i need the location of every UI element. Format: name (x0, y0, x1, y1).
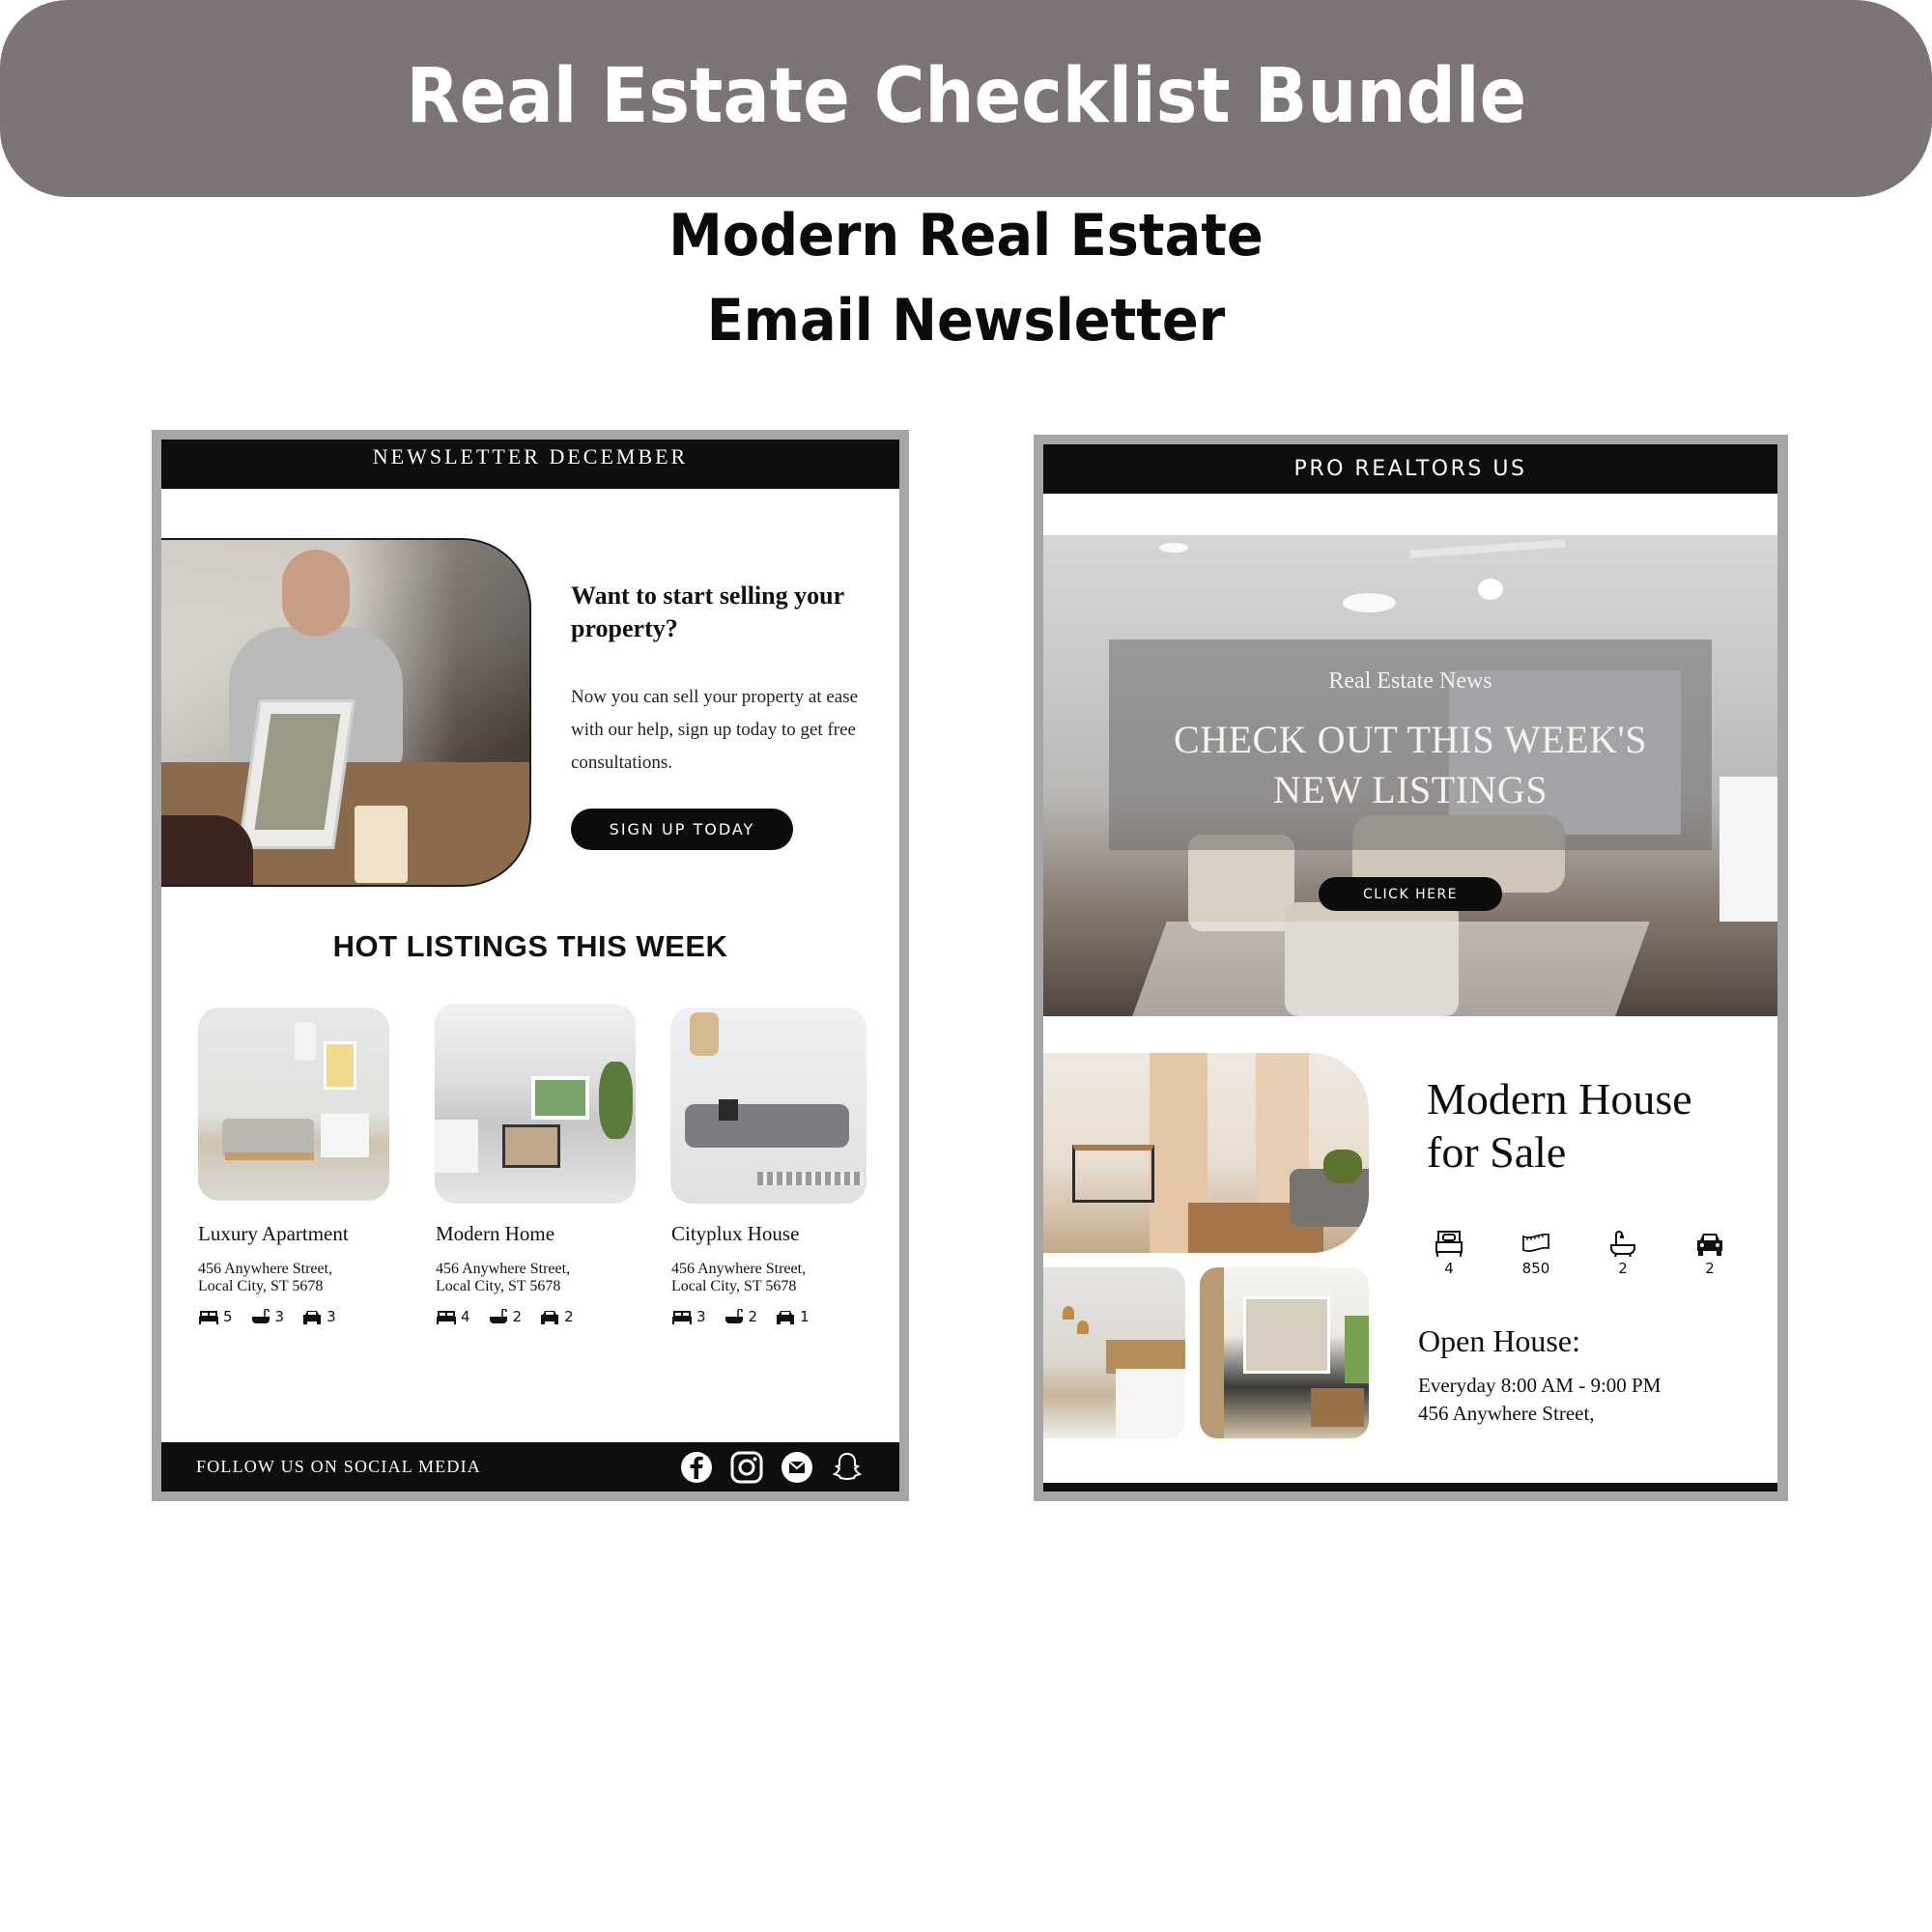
hero-headline: CHECK OUT THIS WEEK'S NEW LISTINGS (1109, 715, 1712, 815)
listing-image (435, 1004, 636, 1204)
property-title: Modern House for Sale (1427, 1072, 1755, 1179)
beds-count: 5 (223, 1308, 233, 1325)
hero-headline-line-1: CHECK OUT THIS WEEK'S (1174, 718, 1647, 761)
hero-headline-line-2: NEW LISTINGS (1272, 768, 1548, 811)
beds-feature: 5 (198, 1308, 233, 1325)
newsletter-header-title: NEWSLETTER DECEMBER (372, 444, 689, 469)
listing-address-line-2: Local City, ST 5678 (198, 1278, 324, 1294)
cars-count: 2 (1705, 1260, 1715, 1277)
property-title-line-1: Modern House (1427, 1074, 1692, 1123)
listing-name: Luxury Apartment (198, 1222, 349, 1245)
bed-icon (437, 1311, 456, 1324)
listing-address-line-1: 456 Anywhere Street, (671, 1261, 807, 1277)
beds-count: 4 (461, 1308, 470, 1325)
baths-feature: 3 (250, 1308, 285, 1325)
title-banner: Real Estate Checklist Bundle (0, 0, 1932, 197)
right-newsletter: PRO REALTORS US Real Estate News CHECK O… (1043, 444, 1777, 1492)
listing-address: 456 Anywhere Street, Local City, ST 5678 (671, 1261, 806, 1295)
beds-feature: 4 (436, 1308, 470, 1325)
cars-feature: 2 (539, 1308, 574, 1325)
follow-us-label: FOLLOW US ON SOCIAL MEDIA (196, 1457, 481, 1476)
hero-body-text: Now you can sell your property at ease w… (571, 687, 859, 773)
newsletter-header: PRO REALTORS US (1043, 444, 1777, 494)
subtitle: Modern Real Estate Email Newsletter (0, 193, 1932, 363)
bathtub-icon (489, 1309, 507, 1323)
baths-feature: 2 (488, 1308, 523, 1325)
listing-address: 456 Anywhere Street, Local City, ST 5678 (198, 1261, 332, 1295)
email-icon[interactable] (780, 1450, 814, 1485)
cars-feature: 3 (301, 1308, 336, 1325)
bathtub-icon (724, 1309, 743, 1323)
bathtub-icon (251, 1309, 270, 1323)
section-title-hot-listings: HOT LISTINGS THIS WEEK (332, 929, 728, 963)
area-measure-icon (1522, 1233, 1549, 1252)
gallery-image-living-room (1043, 1053, 1369, 1253)
open-house-details: Everyday 8:00 AM - 9:00 PM 456 Anywhere … (1418, 1372, 1661, 1428)
cars-count: 2 (564, 1308, 574, 1325)
open-house-address: 456 Anywhere Street, (1418, 1402, 1595, 1425)
footer-bar (1043, 1483, 1777, 1492)
bed-icon (1435, 1231, 1463, 1257)
snapchat-icon[interactable] (830, 1450, 865, 1485)
area-value: 850 (1521, 1260, 1550, 1277)
listing-name: Cityplux House (671, 1222, 800, 1245)
hero-image-meeting (161, 538, 531, 887)
newsletter-footer: FOLLOW US ON SOCIAL MEDIA (161, 1442, 899, 1492)
car-icon (303, 1311, 322, 1324)
beds-feature: 4 (1425, 1229, 1473, 1277)
cars-count: 1 (800, 1308, 810, 1325)
baths-count: 3 (274, 1308, 285, 1325)
property-features: 4 850 2 2 (1425, 1229, 1734, 1277)
listing-image (670, 1008, 867, 1204)
baths-count: 2 (512, 1308, 523, 1325)
listing-address: 456 Anywhere Street, Local City, ST 5678 (436, 1261, 570, 1295)
listing-features: 3 2 1 (671, 1308, 810, 1325)
subtitle-line-1: Modern Real Estate (668, 202, 1264, 270)
open-house-label: Open House: (1418, 1323, 1580, 1358)
hero-text-overlay: Real Estate News CHECK OUT THIS WEEK'S N… (1109, 639, 1712, 850)
banner-title: Real Estate Checklist Bundle (406, 53, 1526, 140)
listing-features: 4 2 2 (436, 1308, 574, 1325)
newsletter-header: NEWSLETTER DECEMBER (161, 440, 899, 489)
listing-address-line-2: Local City, ST 5678 (671, 1278, 797, 1294)
hero-heading: Want to start selling your property? (571, 582, 844, 642)
beds-feature: 3 (671, 1308, 706, 1325)
car-icon (1697, 1234, 1722, 1256)
car-icon (777, 1311, 795, 1324)
area-feature: 850 (1512, 1229, 1560, 1277)
facebook-icon[interactable] (679, 1450, 714, 1485)
bathtub-icon (1610, 1231, 1635, 1258)
listing-address-line-2: Local City, ST 5678 (436, 1278, 561, 1294)
click-here-button[interactable]: CLICK HERE (1319, 877, 1502, 911)
cars-feature: 1 (775, 1308, 810, 1325)
baths-feature: 2 (724, 1308, 758, 1325)
listing-name: Modern Home (436, 1222, 555, 1245)
baths-feature: 2 (1599, 1229, 1647, 1277)
baths-count: 2 (1618, 1260, 1628, 1277)
hero-kicker: Real Estate News (1328, 668, 1492, 694)
baths-count: 2 (748, 1308, 758, 1325)
instagram-icon[interactable] (729, 1450, 764, 1485)
beds-count: 3 (696, 1308, 706, 1325)
left-newsletter: NEWSLETTER DECEMBER Want to start sellin… (161, 440, 899, 1492)
listing-address-line-1: 456 Anywhere Street, (436, 1261, 571, 1277)
car-icon (541, 1311, 559, 1324)
bed-icon (672, 1311, 692, 1324)
listing-address-line-1: 456 Anywhere Street, (198, 1261, 333, 1277)
listing-features: 5 3 3 (198, 1308, 336, 1325)
newsletter-header-title: PRO REALTORS US (1293, 457, 1527, 481)
beds-count: 4 (1444, 1260, 1454, 1277)
listing-image (198, 1008, 389, 1201)
open-house-hours: Everyday 8:00 AM - 9:00 PM (1418, 1374, 1662, 1397)
cars-feature: 2 (1686, 1229, 1734, 1277)
social-icons (679, 1450, 865, 1485)
sign-up-button[interactable]: SIGN UP TODAY (571, 809, 793, 850)
cars-count: 3 (327, 1308, 336, 1325)
property-title-line-2: for Sale (1427, 1127, 1567, 1177)
gallery-image-shelves (1200, 1267, 1369, 1438)
subtitle-line-2: Email Newsletter (706, 287, 1226, 355)
bed-icon (199, 1311, 218, 1324)
gallery-image-bedroom (1043, 1267, 1185, 1438)
